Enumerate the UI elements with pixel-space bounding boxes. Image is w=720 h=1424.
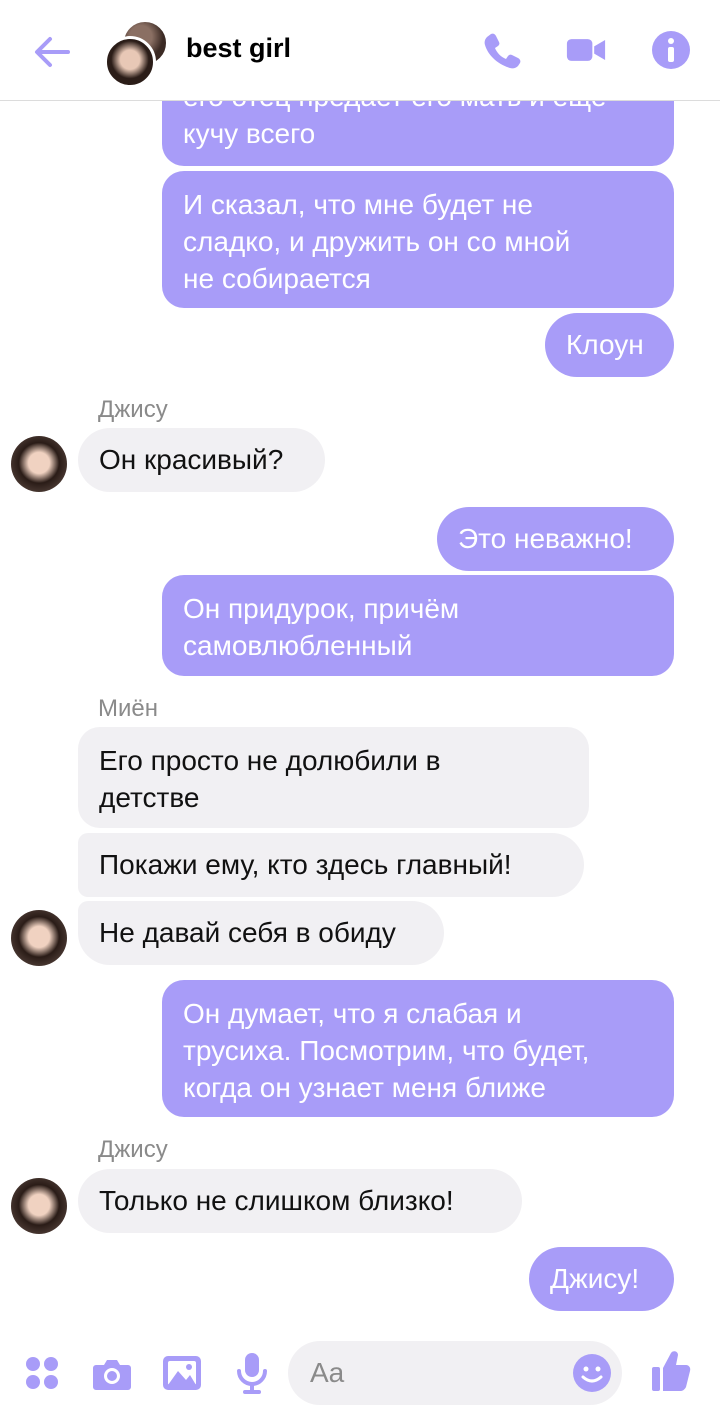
message-outgoing[interactable]: Клоун <box>545 313 674 377</box>
message-outgoing[interactable]: И сказал, что мне будет не сладко, и дру… <box>162 171 674 308</box>
sender-name: Джису <box>98 1136 168 1163</box>
mic-icon[interactable] <box>234 1351 270 1395</box>
sender-name: Миён <box>98 695 158 722</box>
phone-icon[interactable] <box>482 30 522 70</box>
apps-icon[interactable] <box>24 1355 60 1391</box>
image-icon[interactable] <box>162 1353 202 1393</box>
avatar-jisoo[interactable] <box>11 1178 67 1234</box>
message-outgoing[interactable]: Он думает, что я слабая и трусиха. Посмо… <box>162 980 674 1117</box>
avatar-miyeon[interactable] <box>11 910 67 966</box>
message-outgoing[interactable]: Это неважно! <box>437 507 674 571</box>
message-composer: Aa <box>0 1335 720 1424</box>
message-list[interactable]: его отец предает его мать и еще кучу все… <box>0 0 720 1335</box>
message-outgoing[interactable]: Он придурок, причём самовлюбленный <box>162 575 674 676</box>
message-incoming[interactable]: Он красивый? <box>78 428 325 492</box>
message-incoming[interactable]: Только не слишком близко! <box>78 1169 522 1233</box>
message-incoming[interactable]: Его просто не долюбили в детстве <box>78 727 589 828</box>
video-icon[interactable] <box>566 30 606 70</box>
avatar-jisoo[interactable] <box>11 436 67 492</box>
camera-icon[interactable] <box>92 1353 132 1393</box>
thumbs-up-icon[interactable] <box>650 1349 692 1393</box>
message-outgoing[interactable]: Джису! <box>529 1247 674 1311</box>
message-placeholder: Aa <box>310 1357 345 1388</box>
emoji-icon[interactable] <box>572 1353 612 1393</box>
group-avatar[interactable] <box>104 20 168 88</box>
back-arrow-icon[interactable] <box>30 30 74 74</box>
info-icon[interactable] <box>651 30 691 70</box>
chat-title[interactable]: best girl <box>186 33 291 64</box>
chat-header: best girl <box>0 0 720 101</box>
message-incoming[interactable]: Покажи ему, кто здесь главный! <box>78 833 584 897</box>
message-input[interactable]: Aa <box>288 1341 622 1405</box>
message-incoming[interactable]: Не давай себя в обиду <box>78 901 444 965</box>
sender-name: Джису <box>98 396 168 423</box>
